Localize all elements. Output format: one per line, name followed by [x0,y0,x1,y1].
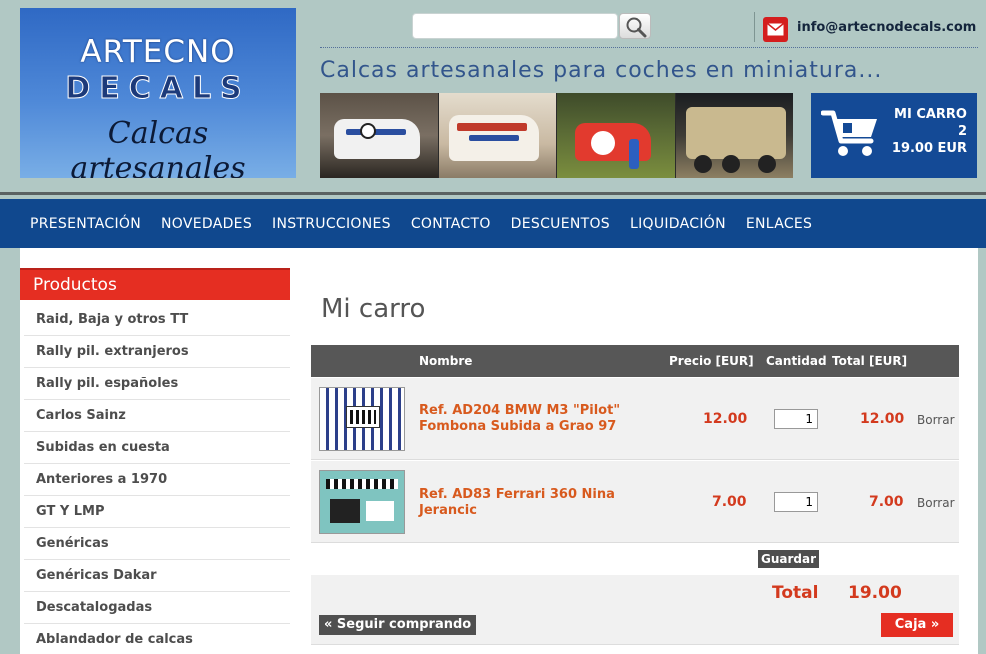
sidebar-item-descatalogadas[interactable]: Descatalogadas [24,592,290,624]
search-button[interactable] [619,13,651,39]
cart-table-header: Nombre Precio [EUR] Cantidad Total [EUR] [311,345,959,377]
cart-table: Nombre Precio [EUR] Cantidad Total [EUR]… [311,345,959,645]
nav-novedades[interactable]: NOVEDADES [161,216,252,232]
header-name: Nombre [419,354,473,368]
site-logo[interactable]: ARTECNO DECALS Calcas artesanales [20,8,296,178]
products-sidebar: Productos Raid, Baja y otros TT Rally pi… [20,268,290,654]
content-area: Productos Raid, Baja y otros TT Rally pi… [20,248,978,654]
product-name-link[interactable]: Ref. AD83 Ferrari 360 Nina Jerancic [419,487,629,519]
sidebar-item-raid[interactable]: Raid, Baja y otros TT [24,304,290,336]
sidebar-title: Productos [20,268,290,300]
total-value: 19.00 [848,583,902,603]
cart-row: Ref. AD83 Ferrari 360 Nina Jerancic 7.00… [311,460,959,543]
nav-presentacion[interactable]: PRESENTACIÓN [30,216,141,232]
logo-text-decals: DECALS [65,71,251,107]
quantity-input[interactable] [774,492,818,512]
product-thumbnail[interactable] [319,387,405,451]
total-label: Total [772,583,819,603]
site-tagline: Calcas artesanales para coches en miniat… [320,58,883,83]
header-photo-porsche [320,93,439,178]
checkout-button[interactable]: Caja » [881,613,953,637]
header-photo-rally-car [438,93,557,178]
sidebar-item-rally-espanoles[interactable]: Rally pil. españoles [24,368,290,400]
delete-link[interactable]: Borrar [917,413,955,427]
nav-contacto[interactable]: CONTACTO [411,216,491,232]
nav-liquidacion[interactable]: LIQUIDACIÓN [630,216,726,232]
header-divider [754,12,755,42]
header-dotted-divider [320,47,978,48]
mini-cart-count: 2 [957,124,967,139]
header-photo-truck [675,93,793,178]
header-price: Precio [EUR] [669,354,754,368]
product-price: 7.00 [712,494,747,510]
shopping-cart-icon [821,110,877,156]
delete-link[interactable]: Borrar [917,496,955,510]
email-link[interactable]: info@artecnodecals.com [797,20,976,35]
mini-cart-label: MI CARRO [894,107,967,122]
nav-descuentos[interactable]: DESCUENTOS [511,216,610,232]
line-total: 7.00 [869,494,904,510]
header-photo-strip [320,93,793,178]
search-icon [626,17,647,38]
header-total: Total [EUR] [832,354,908,368]
main-nav: PRESENTACIÓN NOVEDADES INSTRUCCIONES CON… [0,199,986,248]
mini-cart[interactable]: MI CARRO 2 19.00 EUR [811,93,977,178]
product-thumbnail[interactable] [319,470,405,534]
sidebar-item-carlos-sainz[interactable]: Carlos Sainz [24,400,290,432]
header-qty: Cantidad [766,354,827,368]
product-price: 12.00 [703,411,748,427]
header-photo-hatchback [557,93,676,178]
cart-row: Ref. AD204 BMW M3 "Pilot" Fombona Subida… [311,377,959,460]
search-input[interactable] [412,13,618,39]
logo-text-subtitle: Calcas artesanales [70,116,246,178]
line-total: 12.00 [860,411,905,427]
save-button[interactable]: Guardar [758,550,820,568]
email-icon[interactable] [763,17,788,42]
page-title: Mi carro [321,294,426,324]
mini-cart-amount: 19.00 EUR [891,141,967,156]
sidebar-item-ablandador[interactable]: Ablandador de calcas [24,624,290,654]
sidebar-item-genericas[interactable]: Genéricas [24,528,290,560]
cart-total-row: Total 19.00 « Seguir comprando Caja » [311,575,959,645]
continue-shopping-button[interactable]: « Seguir comprando [319,615,477,635]
quantity-input[interactable] [774,409,818,429]
sidebar-item-anteriores[interactable]: Anteriores a 1970 [24,464,290,496]
sidebar-category-list: Raid, Baja y otros TT Rally pil. extranj… [20,300,290,654]
logo-text-artecno: ARTECNO [80,34,236,70]
mini-cart-summary: MI CARRO 2 19.00 EUR [892,106,967,157]
sidebar-item-rally-extranjeros[interactable]: Rally pil. extranjeros [24,336,290,368]
save-row: Guardar [311,543,959,575]
sidebar-item-genericas-dakar[interactable]: Genéricas Dakar [24,560,290,592]
sidebar-item-gt-lmp[interactable]: GT Y LMP [24,496,290,528]
product-name-link[interactable]: Ref. AD204 BMW M3 "Pilot" Fombona Subida… [419,403,629,435]
sidebar-item-subidas[interactable]: Subidas en cuesta [24,432,290,464]
nav-instrucciones[interactable]: INSTRUCCIONES [272,216,391,232]
nav-enlaces[interactable]: ENLACES [746,216,812,232]
nav-top-border [0,192,986,195]
